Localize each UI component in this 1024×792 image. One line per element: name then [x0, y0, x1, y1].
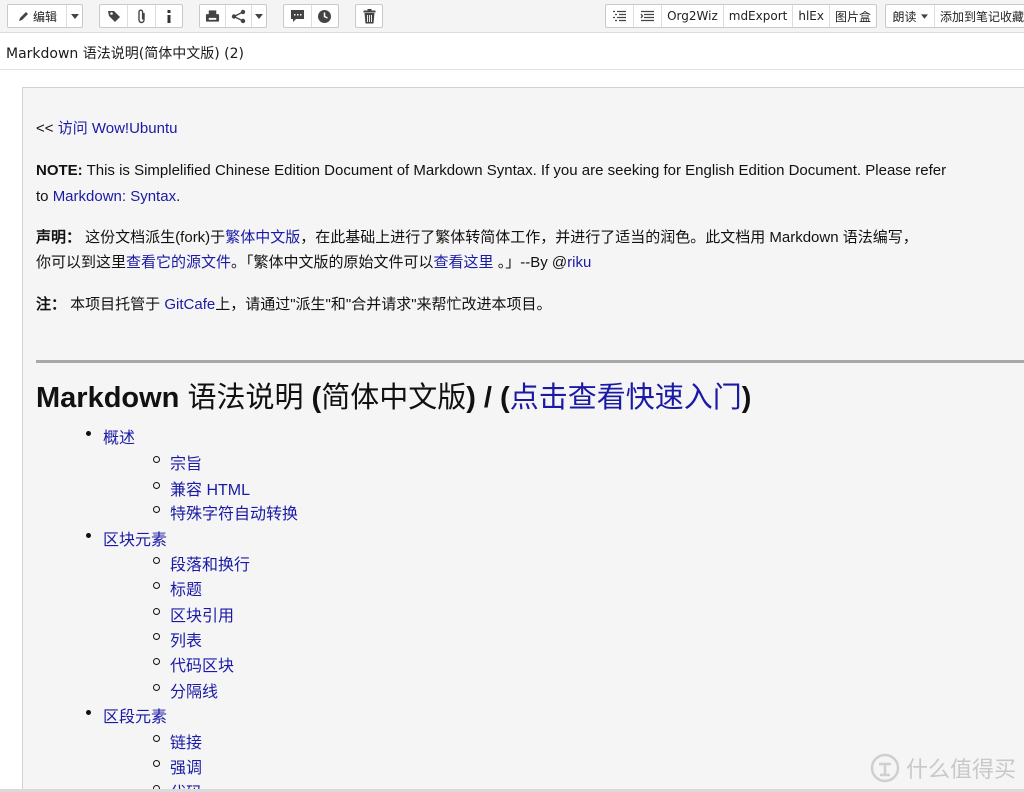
toc-emphasis[interactable]: 强调 — [152, 754, 202, 778]
print-button[interactable] — [200, 5, 226, 27]
mdexport-label: mdExport — [728, 9, 788, 23]
toc-overview[interactable]: 概述 — [85, 424, 135, 448]
outline-list-icon — [613, 10, 627, 21]
toc-lists[interactable]: 列表 — [152, 627, 202, 651]
attachment-button[interactable] — [128, 5, 156, 27]
indent-list-icon — [640, 10, 655, 21]
pencil-icon — [18, 11, 28, 21]
note-zhu-paragraph: 注： 本项目托管于 GitCafe上，请通过"派生"和"合并请求"来帮忙改进本项… — [36, 296, 552, 313]
toc-links[interactable]: 链接 — [152, 729, 202, 753]
declaration-paragraph: 声明： 这份文档派生(fork)于繁体中文版，在此基础上进行了繁体转简体工作，并… — [36, 229, 918, 246]
edit-label: 编辑 — [32, 9, 57, 24]
images-label: 图片盒 — [834, 9, 871, 24]
page-heading: Markdown 语法说明 (简体中文版) / (点击查看快速入门) — [36, 382, 752, 414]
note-paragraph-line2: to Markdown: Syntax. — [36, 188, 181, 205]
tag-icon — [107, 11, 120, 22]
trash-icon — [363, 8, 375, 23]
outline-button[interactable] — [606, 5, 635, 27]
read-group: 朗读 添加到笔记收藏 — [885, 4, 1024, 28]
tag-group — [99, 4, 183, 28]
info-icon — [167, 9, 171, 23]
toc-paragraphs[interactable]: 段落和换行 — [152, 551, 250, 575]
watermark-logo-icon — [870, 753, 900, 783]
paperclip-icon — [137, 9, 145, 23]
comment-icon — [290, 10, 304, 22]
toc-code-blocks[interactable]: 代码区块 — [152, 652, 234, 676]
riku-link[interactable]: riku — [567, 254, 591, 271]
edit-button[interactable]: 编辑 — [8, 5, 67, 27]
delete-button[interactable] — [356, 5, 382, 27]
view-here-link[interactable]: 查看这里 — [434, 254, 494, 271]
markdown-syntax-link[interactable]: Markdown: Syntax — [53, 188, 176, 205]
delete-group — [355, 4, 383, 28]
chevron-down-icon — [255, 13, 263, 19]
watermark: 什么值得买 — [870, 752, 1016, 784]
add-to-favorites-button[interactable]: 添加到笔记收藏 — [935, 5, 1024, 27]
toc-auto-escape[interactable]: 特殊字符自动转换 — [152, 500, 298, 524]
toc-blockquotes[interactable]: 区块引用 — [152, 602, 234, 626]
toc-headers[interactable]: 标题 — [152, 576, 202, 600]
horizontal-rule — [36, 360, 1024, 363]
toc-block-elements[interactable]: 区块元素 — [85, 526, 167, 550]
share-icon — [231, 9, 246, 23]
comment-button[interactable] — [284, 5, 312, 27]
document-title: Markdown 语法说明(简体中文版) (2) — [6, 46, 244, 62]
chevron-down-icon — [70, 13, 79, 19]
edit-group: 编辑 — [7, 4, 83, 28]
mdexport-button[interactable]: mdExport — [724, 5, 794, 27]
toolbar: 编辑 Org2Wiz mdExport hlEx 图片盒 朗读 添加到笔记收藏 — [0, 0, 1024, 33]
visit-link[interactable]: 访问 — [58, 120, 88, 137]
toc-hr[interactable]: 分隔线 — [152, 678, 218, 702]
share-group — [199, 4, 267, 28]
document-title-bar: Markdown 语法说明(简体中文版) (2) — [0, 34, 1024, 70]
gitcafe-link[interactable]: GitCafe — [164, 296, 215, 313]
toc-purpose[interactable]: 宗旨 — [152, 450, 202, 474]
quick-start-link[interactable]: 点击查看快速入门 — [510, 382, 742, 414]
hlex-label: hlEx — [798, 9, 824, 23]
read-aloud-button[interactable]: 朗读 — [886, 5, 935, 27]
view-source-link[interactable]: 查看它的源文件 — [126, 254, 231, 271]
org2wiz-label: Org2Wiz — [667, 9, 718, 23]
share-dropdown-button[interactable] — [252, 5, 266, 27]
declaration-paragraph-line2: 你可以到这里查看它的源文件。「繁体中文版的原始文件可以查看这里 。」--By @… — [36, 254, 592, 271]
chevron-down-icon — [920, 13, 928, 19]
printer-icon — [205, 9, 220, 22]
share-button[interactable] — [226, 5, 252, 27]
wowubuntu-link[interactable]: Wow!Ubuntu — [92, 120, 178, 137]
document-viewer[interactable]: << 访问 Wow!Ubuntu NOTE: This is Simplelif… — [22, 87, 1024, 792]
clock-icon — [318, 9, 332, 23]
list-button[interactable] — [634, 5, 663, 27]
note-paragraph: NOTE: This is Simplelified Chinese Editi… — [36, 162, 947, 179]
watermark-text: 什么值得买 — [905, 758, 1016, 783]
tag-button[interactable] — [100, 5, 128, 27]
comment-group — [283, 4, 339, 28]
favorites-label: 添加到笔记收藏 — [940, 9, 1024, 24]
toc-span-elements[interactable]: 区段元素 — [85, 703, 167, 727]
toc-html-compat[interactable]: 兼容 HTML — [152, 476, 250, 500]
info-button[interactable] — [156, 5, 182, 27]
images-button[interactable]: 图片盒 — [830, 5, 876, 27]
read-label: 朗读 — [892, 9, 917, 24]
plugin-group: Org2Wiz mdExport hlEx 图片盒 — [605, 4, 877, 28]
traditional-edition-link[interactable]: 繁体中文版 — [225, 229, 300, 246]
history-button[interactable] — [312, 5, 339, 27]
edit-dropdown-button[interactable] — [67, 5, 82, 27]
hlex-button[interactable]: hlEx — [793, 5, 830, 27]
org2wiz-button[interactable]: Org2Wiz — [662, 5, 724, 27]
visit-line: << 访问 Wow!Ubuntu — [36, 120, 178, 137]
